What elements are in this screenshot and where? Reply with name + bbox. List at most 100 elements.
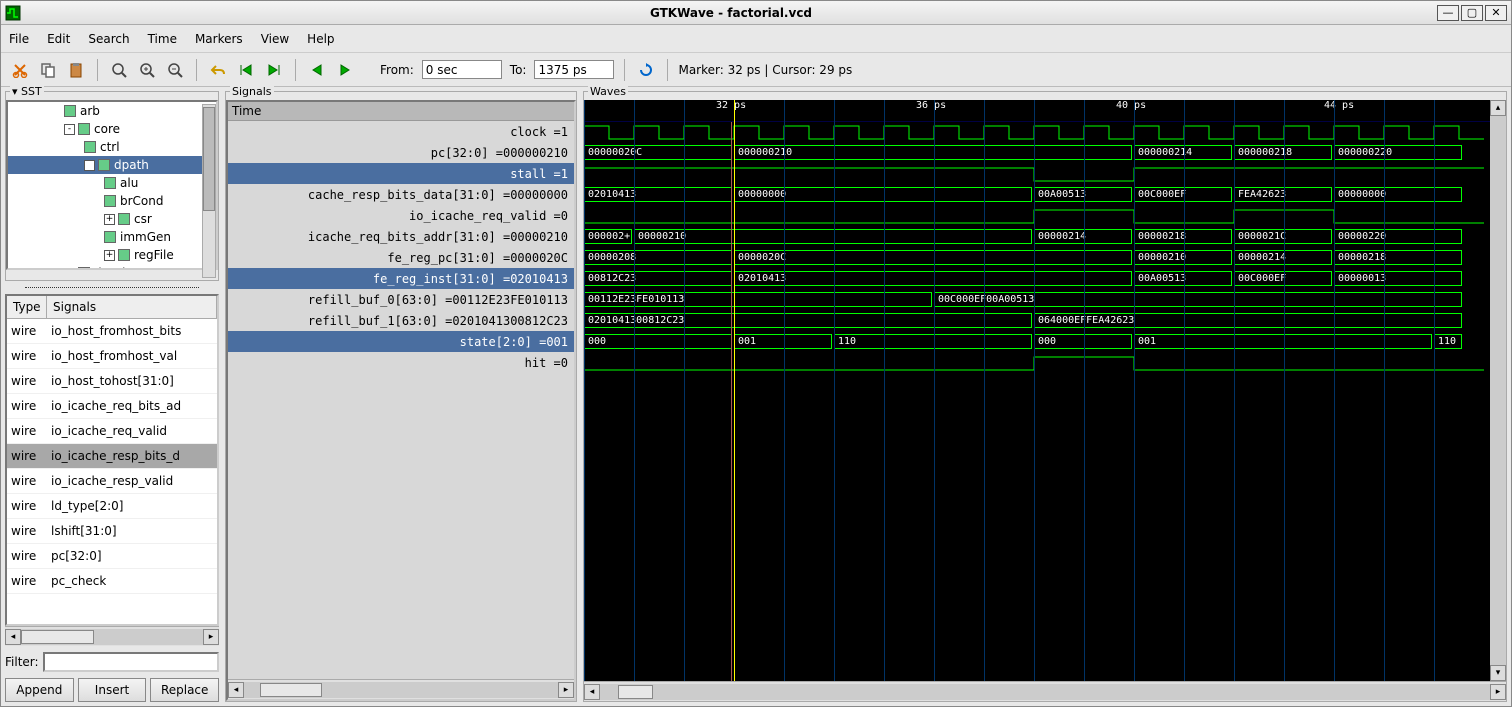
signal-row[interactable]: wireio_icache_req_bits_ad xyxy=(7,394,217,419)
expander-icon[interactable]: + xyxy=(64,268,75,271)
signal-row[interactable]: wireio_host_tohost[31:0] xyxy=(7,369,217,394)
waves-hscroll[interactable]: ◂▸ xyxy=(584,681,1506,701)
tree-item[interactable]: +csr xyxy=(8,210,216,228)
wave-track[interactable] xyxy=(584,164,1490,185)
signals-title: Signals xyxy=(230,85,274,98)
append-button[interactable]: Append xyxy=(5,678,74,702)
signals-hscroll[interactable]: ◂▸ xyxy=(228,679,574,699)
toolbar: From: To: Marker: 32 ps | Cursor: 29 ps xyxy=(1,53,1511,87)
cursor-status: Marker: 32 ps | Cursor: 29 ps xyxy=(678,63,852,77)
tree-item[interactable]: immGen xyxy=(8,228,216,246)
wave-value: FEA42623 xyxy=(1234,187,1332,202)
minimize-button[interactable]: — xyxy=(1437,5,1459,21)
wave-canvas[interactable]: 32 ps36 ps40 ps44 ps 00000020C0000002100… xyxy=(584,100,1490,681)
filter-input[interactable] xyxy=(43,652,219,672)
menu-search[interactable]: Search xyxy=(88,32,129,46)
waves-panel: Waves 32 ps36 ps40 ps44 ps 00000020C0000… xyxy=(583,91,1507,702)
insert-button[interactable]: Insert xyxy=(78,678,147,702)
wave-track[interactable] xyxy=(584,353,1490,374)
signal-value-row[interactable]: refill_buf_0[63:0] =00112E23FE010113 xyxy=(228,289,574,310)
menu-help[interactable]: Help xyxy=(307,32,334,46)
wave-value: 00000214 xyxy=(1234,250,1332,265)
wave-track[interactable] xyxy=(584,122,1490,143)
tree-item[interactable]: ctrl xyxy=(8,138,216,156)
paste-icon[interactable] xyxy=(65,59,87,81)
waves-vscroll[interactable]: ▴▾ xyxy=(1490,100,1506,681)
wave-track[interactable] xyxy=(584,206,1490,227)
signal-row[interactable]: wirelshift[31:0] xyxy=(7,519,217,544)
tree-item[interactable]: alu xyxy=(8,174,216,192)
reload-icon[interactable] xyxy=(635,59,657,81)
expander-icon[interactable]: + xyxy=(104,214,115,225)
wave-track[interactable]: 000002080000020C000002100000021400000218 xyxy=(584,248,1490,269)
tree-item[interactable]: +dcache xyxy=(8,264,216,270)
wave-track[interactable]: 00112E23FE01011300C000EF00A00513 xyxy=(584,290,1490,311)
from-label: From: xyxy=(378,63,416,77)
wave-track[interactable]: 0201041300812C23064000EFFEA42623 xyxy=(584,311,1490,332)
signal-row[interactable]: wireio_icache_req_valid xyxy=(7,419,217,444)
time-tick: 44 ps xyxy=(1324,100,1354,111)
signal-row[interactable]: wireio_icache_resp_valid xyxy=(7,469,217,494)
wave-track[interactable]: 000002+0000021000000214000002180000021C0… xyxy=(584,227,1490,248)
signal-value-row[interactable]: refill_buf_1[63:0] =0201041300812C23 xyxy=(228,310,574,331)
copy-icon[interactable] xyxy=(37,59,59,81)
tree-item[interactable]: -core xyxy=(8,120,216,138)
menu-time[interactable]: Time xyxy=(148,32,177,46)
wave-track[interactable]: 00000020C0000002100000002140000002180000… xyxy=(584,143,1490,164)
from-input[interactable] xyxy=(422,60,502,79)
signal-row[interactable]: wireio_icache_resp_bits_d xyxy=(7,444,217,469)
wave-value: 000000218 xyxy=(1234,145,1332,160)
zoom-in-icon[interactable] xyxy=(136,59,158,81)
tree-item[interactable]: arb xyxy=(8,102,216,120)
tree-scrollbar[interactable] xyxy=(202,104,216,278)
nav-end-icon[interactable] xyxy=(263,59,285,81)
signal-value-row[interactable]: fe_reg_inst[31:0] =02010413 xyxy=(228,268,574,289)
siglist-hscroll[interactable]: ◂▸ xyxy=(5,626,219,646)
signal-value-row[interactable]: clock =1 xyxy=(228,121,574,142)
signal-list[interactable]: wireio_host_fromhost_bitswireio_host_fro… xyxy=(7,319,217,624)
close-button[interactable]: ✕ xyxy=(1485,5,1507,21)
hierarchy-tree[interactable]: arb-corectrl-dpathalubrCond+csrimmGen+re… xyxy=(6,100,218,270)
signal-row[interactable]: wireio_host_fromhost_bits xyxy=(7,319,217,344)
signal-value-row[interactable]: io_icache_req_valid =0 xyxy=(228,205,574,226)
marker-line[interactable] xyxy=(734,100,735,681)
tree-item[interactable]: +regFile xyxy=(8,246,216,264)
signal-value-row[interactable]: hit =0 xyxy=(228,352,574,373)
menu-markers[interactable]: Markers xyxy=(195,32,243,46)
signal-value-row[interactable]: state[2:0] =001 xyxy=(228,331,574,352)
tree-item[interactable]: brCond xyxy=(8,192,216,210)
signal-value-row[interactable]: pc[32:0] =000000210 xyxy=(228,142,574,163)
zoom-fit-icon[interactable] xyxy=(108,59,130,81)
replace-button[interactable]: Replace xyxy=(150,678,219,702)
nav-start-icon[interactable] xyxy=(235,59,257,81)
zoom-out-icon[interactable] xyxy=(164,59,186,81)
menu-edit[interactable]: Edit xyxy=(47,32,70,46)
signal-row[interactable]: wireld_type[2:0] xyxy=(7,494,217,519)
expander-icon[interactable]: + xyxy=(104,250,115,261)
col-signals[interactable]: Signals xyxy=(47,296,217,318)
col-type[interactable]: Type xyxy=(7,296,47,318)
menu-view[interactable]: View xyxy=(261,32,289,46)
undo-icon[interactable] xyxy=(207,59,229,81)
wave-track[interactable]: 020104130000000000A0051300C000EFFEA42623… xyxy=(584,185,1490,206)
expander-icon[interactable]: - xyxy=(84,160,95,171)
signal-row[interactable]: wirepc[32:0] xyxy=(7,544,217,569)
cut-icon[interactable] xyxy=(9,59,31,81)
wave-track[interactable]: 00812C230201041300A0051300C000EF00000013 xyxy=(584,269,1490,290)
nav-next-icon[interactable] xyxy=(334,59,356,81)
nav-prev-icon[interactable] xyxy=(306,59,328,81)
signal-value-row[interactable]: fe_reg_pc[31:0] =0000020C xyxy=(228,247,574,268)
menu-file[interactable]: File xyxy=(9,32,29,46)
expander-icon[interactable]: - xyxy=(64,124,75,135)
to-input[interactable] xyxy=(534,60,614,79)
signal-value-row[interactable]: icache_req_bits_addr[31:0] =00000210 xyxy=(228,226,574,247)
signal-value-row[interactable]: stall =1 xyxy=(228,163,574,184)
signal-row[interactable]: wireio_host_fromhost_val xyxy=(7,344,217,369)
wave-value: 000000220 xyxy=(1334,145,1462,160)
wave-track[interactable]: 000001110000001110 xyxy=(584,332,1490,353)
signal-row[interactable]: wirepc_check xyxy=(7,569,217,594)
signal-value-row[interactable]: cache_resp_bits_data[31:0] =00000000 xyxy=(228,184,574,205)
tree-item[interactable]: -dpath xyxy=(8,156,216,174)
module-icon xyxy=(78,267,90,270)
maximize-button[interactable]: ▢ xyxy=(1461,5,1483,21)
